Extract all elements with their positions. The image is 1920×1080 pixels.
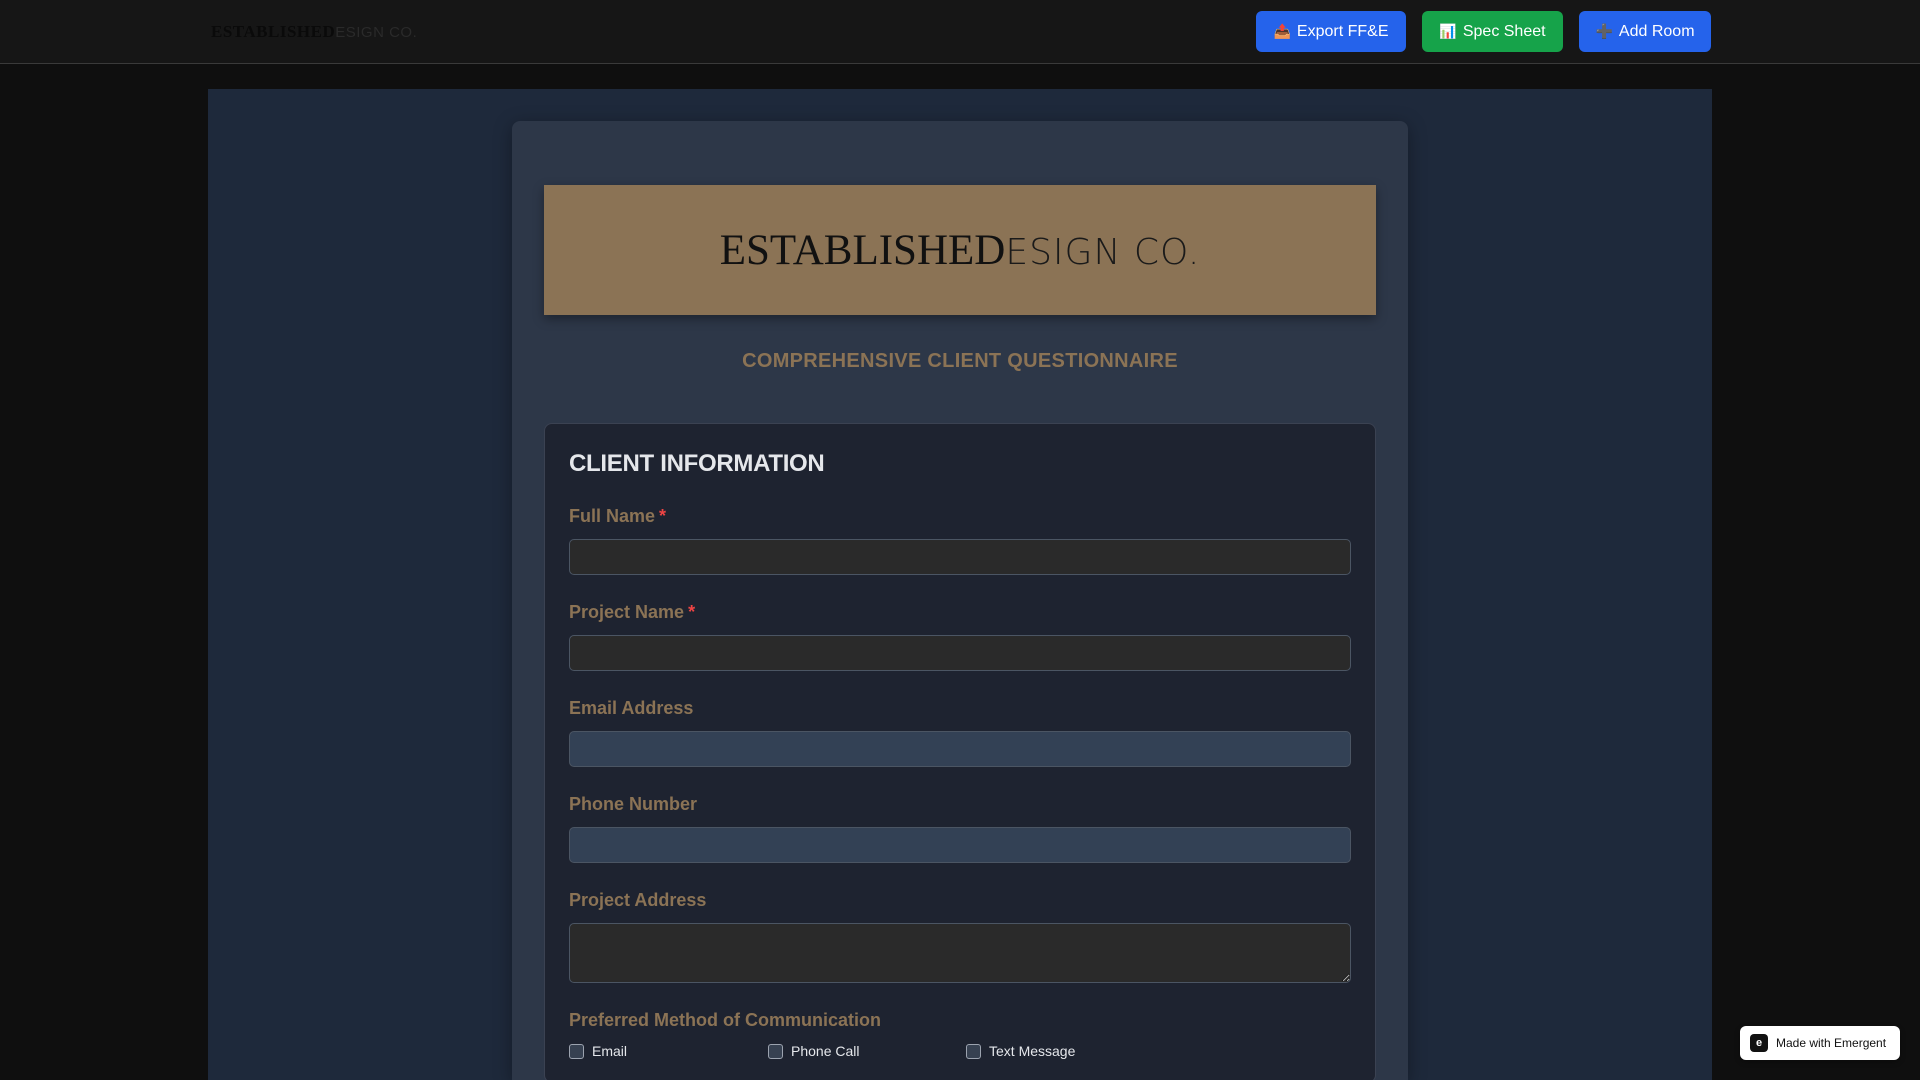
header-brand-light: ESIGN CO.	[335, 24, 418, 41]
export-icon: 📤	[1273, 23, 1291, 39]
communication-options: Email Phone Call Text Message	[569, 1043, 1351, 1063]
plus-icon: ➕	[1595, 23, 1613, 39]
option-phone-call[interactable]: Phone Call	[768, 1043, 860, 1059]
project-address-label: Project Address	[569, 890, 706, 911]
export-ffe-button[interactable]: 📤 Export FF&E	[1256, 11, 1406, 52]
full-name-label: Full Name *	[569, 506, 666, 527]
made-with-emergent-badge[interactable]: e Made with Emergent	[1740, 1026, 1900, 1060]
email-checkbox[interactable]	[569, 1043, 584, 1059]
email-address-label-text: Email Address	[569, 698, 694, 718]
project-name-label-text: Project Name	[569, 602, 685, 622]
header-brand-logo[interactable]: ESTABLISHEDESIGN CO.	[211, 22, 417, 42]
option-text-message-label: Text Message	[989, 1043, 1076, 1059]
project-address-textarea[interactable]	[569, 923, 1351, 983]
phone-number-label-text: Phone Number	[569, 794, 698, 814]
emergent-logo-icon: e	[1750, 1034, 1768, 1052]
spec-sheet-button[interactable]: 📊 Spec Sheet	[1422, 11, 1563, 52]
option-phone-call-label: Phone Call	[791, 1043, 860, 1059]
phone-call-checkbox[interactable]	[768, 1043, 783, 1059]
option-email[interactable]: Email	[569, 1043, 627, 1059]
export-ffe-label: Export FF&E	[1296, 22, 1389, 40]
required-mark: *	[659, 506, 667, 526]
required-mark: *	[688, 602, 696, 622]
banner-logo-bold: ESTABLISHED	[719, 226, 1006, 274]
questionnaire-title: COMPREHENSIVE CLIENT QUESTIONNAIRE	[742, 350, 1178, 372]
chart-icon: 📊	[1439, 23, 1457, 39]
spec-sheet-label: Spec Sheet	[1462, 22, 1546, 40]
banner-logo-light: ESIGN CO.	[1005, 231, 1201, 273]
section-title: CLIENT INFORMATION	[569, 450, 825, 477]
banner-logo: ESTABLISHEDESIGN CO.	[720, 226, 1201, 275]
add-room-button[interactable]: ➕ Add Room	[1579, 11, 1711, 52]
email-address-input[interactable]	[569, 731, 1351, 767]
phone-number-label: Phone Number	[569, 794, 697, 815]
phone-number-input[interactable]	[569, 827, 1351, 863]
badge-text: Made with Emergent	[1776, 1036, 1887, 1050]
brand-banner: ESTABLISHEDESIGN CO.	[544, 185, 1376, 315]
top-navigation-bar: ESTABLISHEDESIGN CO. 📤 Export FF&E 📊 Spe…	[0, 0, 1920, 64]
client-information-section: CLIENT INFORMATION Full Name * Project Na…	[544, 423, 1376, 1080]
add-room-label: Add Room	[1618, 22, 1695, 40]
project-address-label-text: Project Address	[569, 890, 707, 910]
option-text-message[interactable]: Text Message	[966, 1043, 1075, 1059]
full-name-input[interactable]	[569, 539, 1351, 575]
project-name-input[interactable]	[569, 635, 1351, 671]
email-address-label: Email Address	[569, 698, 693, 719]
questionnaire-card: ESTABLISHEDESIGN CO. COMPREHENSIVE CLIEN…	[512, 121, 1408, 1080]
option-email-label: Email	[592, 1043, 628, 1059]
text-message-checkbox[interactable]	[966, 1043, 981, 1059]
project-name-label: Project Name *	[569, 602, 695, 623]
full-name-label-text: Full Name	[569, 506, 656, 526]
communication-method-label-text: Preferred Method of Communication	[569, 1010, 882, 1030]
communication-method-label: Preferred Method of Communication	[569, 1010, 881, 1031]
header-brand-bold: ESTABLISHED	[211, 22, 336, 41]
